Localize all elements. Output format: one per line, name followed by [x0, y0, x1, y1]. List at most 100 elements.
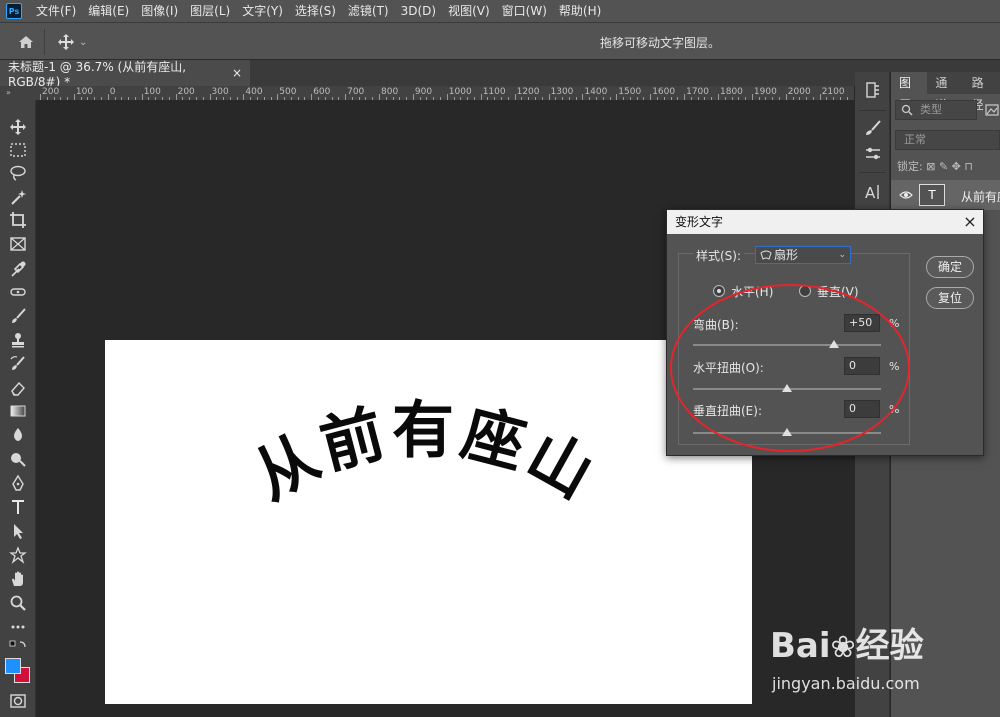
ruler-label: 1000 [448, 87, 472, 97]
panel-tabs: 图层 通道 路径 [891, 72, 1000, 112]
dodge-tool-icon[interactable] [9, 450, 27, 468]
quick-mask-icon[interactable] [9, 692, 27, 710]
menu-help[interactable]: 帮助(H) [553, 0, 607, 22]
tab-paths[interactable]: 路径 [964, 72, 1000, 112]
strip-divider [859, 172, 886, 173]
lock-row: 锁定: ⊠ ✎ ✥ ⊓ [897, 158, 973, 174]
custom-shape-tool-icon[interactable] [9, 546, 27, 564]
layer-name[interactable]: 从前有座山 [961, 188, 1000, 205]
swap-colors-icon[interactable] [9, 640, 27, 658]
clone-stamp-tool-icon[interactable] [9, 331, 27, 349]
bend-label: 弯曲(B): [693, 318, 739, 332]
layer-row[interactable]: T 从前有座山 [891, 180, 1000, 210]
horizontal-radio[interactable] [713, 285, 725, 297]
menu-image[interactable]: 图像(I) [135, 0, 184, 22]
zoom-tool-icon[interactable] [9, 594, 27, 612]
eyedropper-tool-icon[interactable] [9, 260, 27, 278]
menu-edit[interactable]: 编辑(E) [82, 0, 135, 22]
horizontal-distortion-slider-thumb[interactable] [782, 384, 792, 392]
eraser-tool-icon[interactable] [9, 379, 27, 397]
panel-collapse-bar[interactable] [855, 60, 1000, 72]
menu-type[interactable]: 文字(Y) [236, 0, 289, 22]
strip-divider [859, 110, 886, 111]
lock-position-icon[interactable]: ✥ [952, 160, 961, 173]
search-icon [901, 104, 913, 116]
close-icon[interactable]: × [961, 213, 979, 231]
marquee-tool-icon[interactable] [9, 141, 27, 159]
frame-tool-icon[interactable] [9, 235, 27, 253]
document-tab-title: 未标题-1 @ 36.7% (从前有座山, RGB/8#) * [8, 59, 187, 89]
horizontal-distortion-label: 水平扭曲(O): [693, 361, 764, 375]
style-label: 样式(S): [693, 247, 745, 264]
move-tool-icon[interactable] [9, 118, 27, 136]
style-select[interactable]: 扇形 ⌄ [755, 246, 851, 264]
crop-tool-icon[interactable] [9, 211, 27, 229]
warped-text-layer[interactable]: 从前有座山 [105, 340, 752, 704]
ok-button[interactable]: 确定 [926, 256, 974, 278]
adjustments-icon[interactable] [863, 144, 883, 164]
eye-icon[interactable] [899, 188, 913, 202]
menu-view[interactable]: 视图(V) [442, 0, 496, 22]
ruler-label: 200 [42, 87, 60, 97]
chevron-down-icon: ⌄ [838, 250, 846, 260]
dialog-title: 变形文字 [667, 210, 983, 234]
reset-button[interactable]: 复位 [926, 287, 974, 309]
lock-artboard-icon[interactable]: ⊓ [964, 160, 973, 173]
svg-text:从前有座山: 从前有座山 [241, 394, 608, 514]
ruler-label: 1500 [618, 87, 642, 97]
path-selection-tool-icon[interactable] [9, 522, 27, 540]
menu-layer[interactable]: 图层(L) [184, 0, 236, 22]
vertical-distortion-label: 垂直扭曲(E): [693, 404, 762, 418]
menu-window[interactable]: 窗口(W) [496, 0, 553, 22]
move-tool-icon[interactable] [57, 33, 75, 51]
vertical-distortion-input[interactable]: 0 [844, 400, 880, 418]
horizontal-distortion-input[interactable]: 0 [844, 357, 880, 375]
home-icon[interactable] [17, 33, 35, 51]
magic-wand-tool-icon[interactable] [9, 188, 27, 206]
svg-text:A: A [865, 184, 876, 202]
options-hint: 拖移可移动文字图层。 [600, 36, 721, 50]
brush-settings-icon[interactable] [863, 118, 883, 138]
bend-slider-thumb[interactable] [829, 340, 839, 348]
document-tab[interactable]: 未标题-1 @ 36.7% (从前有座山, RGB/8#) * × [0, 59, 250, 89]
vertical-label: 垂直(V) [817, 285, 859, 299]
menu-3d[interactable]: 3D(D) [395, 0, 442, 22]
more-tools-icon[interactable] [9, 618, 27, 636]
character-panel-icon[interactable]: A [863, 182, 883, 202]
healing-brush-tool-icon[interactable] [9, 283, 27, 301]
tab-channels[interactable]: 通道 [927, 72, 963, 112]
lock-transparency-icon[interactable]: ⊠ [926, 160, 935, 173]
vertical-radio[interactable] [799, 285, 811, 297]
menu-filter[interactable]: 滤镜(T) [342, 0, 395, 22]
lock-brush-icon[interactable]: ✎ [939, 160, 948, 173]
foreground-color-swatch[interactable] [5, 658, 21, 674]
brush-tool-icon[interactable] [9, 307, 27, 325]
type-tool-icon[interactable] [9, 498, 27, 516]
ruler-label: 400 [245, 87, 263, 97]
hand-tool-icon[interactable] [9, 570, 27, 588]
bend-slider-track[interactable] [693, 344, 881, 346]
ruler-label: 200 [177, 87, 195, 97]
ruler-label: 1200 [516, 87, 540, 97]
ruler-horizontal: 200 100 0 100 200 300 400 500 600 700 800 900 1000 11… [36, 86, 854, 100]
warp-text-dialog: 变形文字 × 样式(S): 扇形 ⌄ 水平(H) 垂直(V) 弯曲(B): +5… [666, 209, 984, 456]
close-icon[interactable]: × [232, 66, 242, 80]
history-panel-icon[interactable] [863, 80, 883, 100]
tab-layers[interactable]: 图层 [891, 72, 928, 112]
menu-select[interactable]: 选择(S) [289, 0, 342, 22]
blur-tool-icon[interactable] [9, 426, 27, 444]
chevron-down-icon[interactable]: ⌄ [79, 37, 87, 48]
lasso-tool-icon[interactable] [9, 164, 27, 182]
layer-filter-row: 类型 [895, 100, 1000, 120]
bend-input[interactable]: +50 [844, 314, 880, 332]
history-brush-tool-icon[interactable] [9, 355, 27, 373]
menu-file[interactable]: 文件(F) [30, 0, 82, 22]
image-filter-icon[interactable] [985, 103, 999, 117]
document-canvas[interactable]: 从前有座山 [105, 340, 752, 704]
blend-mode-select[interactable]: 正常 [895, 130, 1000, 150]
ruler-label: 1800 [720, 87, 743, 97]
gradient-tool-icon[interactable] [9, 402, 27, 420]
ruler-label: 100 [75, 87, 94, 97]
vertical-distortion-slider-thumb[interactable] [782, 428, 792, 436]
pen-tool-icon[interactable] [9, 474, 27, 492]
